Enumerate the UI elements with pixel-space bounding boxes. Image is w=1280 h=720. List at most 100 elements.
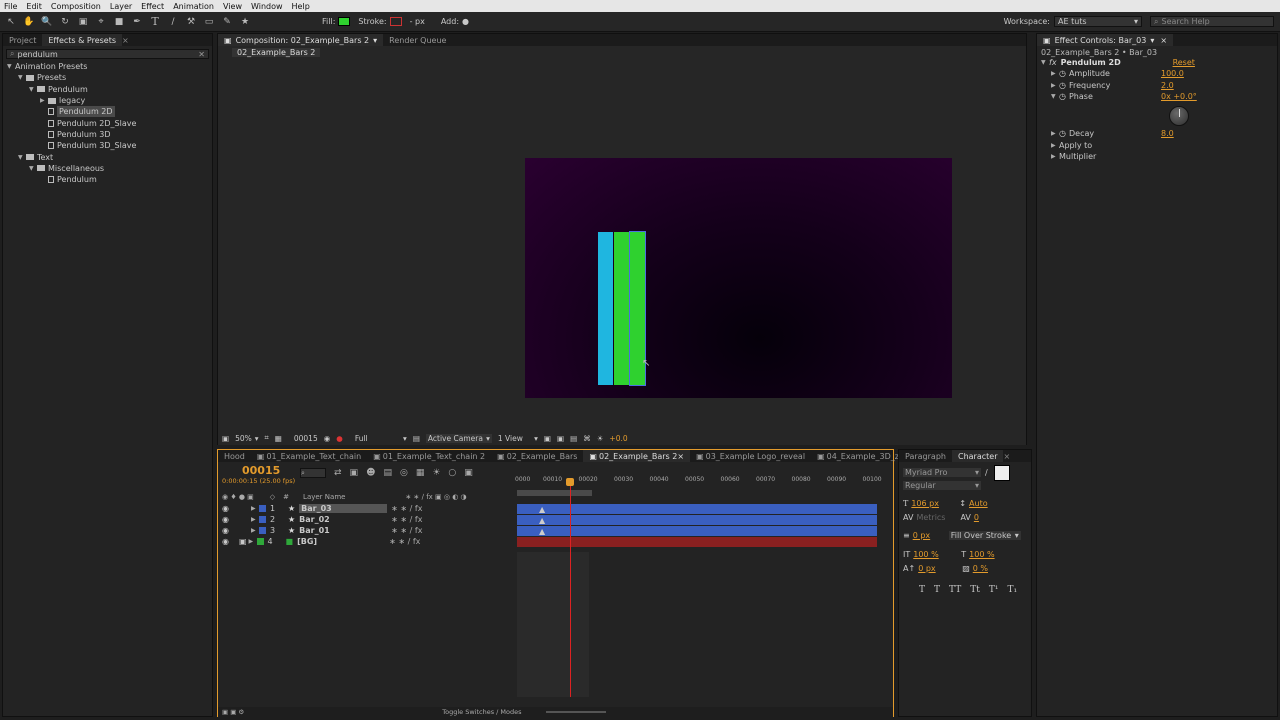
- effect-prop-value[interactable]: 100.0: [1161, 68, 1184, 79]
- bar-01[interactable]: [598, 232, 613, 385]
- workspace-dropdown[interactable]: AE tuts ▾: [1054, 16, 1142, 27]
- clone-stamp-tool-icon[interactable]: ⚒: [184, 15, 198, 29]
- expand-triangle-icon[interactable]: ▼: [7, 61, 15, 72]
- comp-mini-flowchart-icon[interactable]: ⇄: [334, 468, 342, 478]
- expand-triangle-icon[interactable]: ▼: [18, 72, 26, 83]
- layer-name-header[interactable]: Layer Name: [303, 493, 345, 501]
- fill-swatch[interactable]: [338, 17, 351, 26]
- tree-item[interactable]: Pendulum 2D_Slave: [7, 117, 212, 128]
- tree-item[interactable]: ▼ Miscellaneous: [7, 163, 212, 174]
- menu-item-window[interactable]: Window: [251, 2, 283, 11]
- effect-prop-value[interactable]: 2.0: [1161, 80, 1174, 91]
- work-area-bar[interactable]: [517, 490, 592, 496]
- motion-blur-icon[interactable]: ◎: [400, 468, 408, 478]
- layer-switches[interactable]: ∗ ∗ / fx: [391, 515, 422, 524]
- font-style-dropdown[interactable]: Regular ▾: [903, 481, 981, 490]
- layer-name[interactable]: [BG]: [297, 537, 385, 546]
- layer-row[interactable]: ◉ ▶ 3 ★ Bar_01 ∗ ∗ / fx: [218, 525, 514, 536]
- effect-prop-value[interactable]: 0x +0.0°: [1161, 91, 1197, 102]
- text-style-button[interactable]: Tt: [970, 585, 980, 595]
- stroke-swatch[interactable]: [389, 17, 402, 26]
- zoom-tool-icon[interactable]: 🔍: [40, 15, 54, 29]
- fast-previews-icon[interactable]: ▤: [413, 434, 420, 443]
- resolution-dropdown[interactable]: Full ▾: [355, 434, 407, 443]
- text-style-button[interactable]: T: [919, 585, 925, 595]
- tree-item[interactable]: Pendulum 3D: [7, 129, 212, 140]
- rectangle-tool-icon[interactable]: ■: [112, 15, 126, 29]
- stopwatch-icon[interactable]: ◷: [1059, 68, 1066, 79]
- eyedropper-icon[interactable]: ∕: [985, 468, 988, 477]
- fx-icon[interactable]: fx: [1049, 57, 1057, 68]
- timeline-tab[interactable]: ▣ 02_Example_Bars 2 ×: [583, 450, 691, 462]
- layer-name[interactable]: Bar_03: [299, 504, 388, 513]
- expand-triangle-icon[interactable]: ▼: [1051, 91, 1059, 102]
- rotate-tool-icon[interactable]: ↻: [58, 15, 72, 29]
- camera-tool-icon[interactable]: ▣: [76, 15, 90, 29]
- leading-value[interactable]: Auto: [969, 499, 988, 508]
- lock-icon[interactable]: ▣: [239, 537, 247, 546]
- menu-item-animation[interactable]: Animation: [173, 2, 214, 11]
- tab-effects-presets[interactable]: Effects & Presets: [42, 34, 123, 46]
- menu-item-effect[interactable]: Effect: [141, 2, 164, 11]
- layer-bar-3[interactable]: [517, 526, 877, 536]
- stopwatch-icon[interactable]: ◷: [1059, 128, 1066, 139]
- menu-item-file[interactable]: File: [4, 2, 17, 11]
- layer-switches[interactable]: ∗ ∗ / fx: [391, 526, 422, 535]
- layer-bar-4[interactable]: [517, 537, 877, 547]
- search-help-input[interactable]: ⌕ Search Help: [1150, 16, 1274, 27]
- menu-item-layer[interactable]: Layer: [110, 2, 132, 11]
- timeline-area[interactable]: 0000 00010 00020 00030 00040 00050 00060 00070 0…: [515, 466, 882, 697]
- render-icon[interactable]: ▣: [464, 468, 473, 478]
- draft-3d-icon[interactable]: ▣: [350, 468, 359, 478]
- stopwatch-icon[interactable]: ◷: [1059, 91, 1066, 102]
- visibility-eye-icon[interactable]: ◉: [222, 526, 229, 535]
- show-channel-icon[interactable]: ●: [336, 434, 343, 443]
- layer-name[interactable]: Bar_02: [299, 515, 387, 524]
- font-size-value[interactable]: 106 px: [911, 499, 951, 508]
- close-icon[interactable]: ×: [677, 452, 684, 461]
- menu-item-help[interactable]: Help: [292, 2, 310, 11]
- pen-tool-icon[interactable]: ✒: [130, 15, 144, 29]
- tab-effect-controls[interactable]: ▣ Effect Controls: Bar_03 ▾ ×: [1037, 34, 1174, 46]
- views-dropdown[interactable]: 1 View ▾: [498, 434, 538, 443]
- effect-prop-row[interactable]: ▶ Apply to: [1037, 139, 1277, 150]
- expand-triangle-icon[interactable]: ▶: [251, 527, 259, 534]
- visibility-eye-icon[interactable]: ◉: [222, 504, 229, 513]
- label-color-swatch[interactable]: [258, 505, 266, 512]
- tree-item[interactable]: ▼ Text: [7, 151, 212, 162]
- stroke-mode-dropdown[interactable]: Fill Over Stroke ▾: [948, 531, 1021, 540]
- camera-dropdown[interactable]: Active Camera ▾: [425, 433, 492, 443]
- close-icon[interactable]: ×: [122, 36, 129, 45]
- timeline-tab[interactable]: ▣ 02_Example_Bars: [491, 450, 583, 462]
- expand-triangle-icon[interactable]: ▶: [1051, 80, 1059, 91]
- timeline-tab[interactable]: ▣ 01_Example_Text_chain: [251, 450, 367, 462]
- always-preview-icon[interactable]: ▣: [222, 434, 229, 443]
- keyframe-markers[interactable]: ▲ ▲ ▲: [539, 504, 545, 537]
- visibility-eye-icon[interactable]: ◉: [222, 537, 229, 546]
- effect-prop-row[interactable]: ▶ ◷ Decay 8.0: [1037, 128, 1277, 139]
- tab-project[interactable]: Project: [3, 34, 42, 46]
- effect-prop-row[interactable]: ▼ ◷ Phase 0x +0.0°: [1037, 91, 1277, 102]
- puppet-tool-icon[interactable]: ★: [238, 15, 252, 29]
- comp-canvas[interactable]: ↖: [525, 158, 952, 398]
- tracking-value[interactable]: 0: [974, 513, 979, 522]
- effect-prop-row[interactable]: ▶ ◷ Amplitude 100.0: [1037, 68, 1277, 79]
- close-icon[interactable]: ×: [1160, 36, 1167, 45]
- effect-prop-value[interactable]: 8.0: [1161, 128, 1174, 139]
- snapshot-icon[interactable]: ◉: [324, 434, 331, 443]
- tab-character[interactable]: Character: [951, 450, 1004, 462]
- exposure-value[interactable]: +0.0: [609, 434, 627, 443]
- layer-row[interactable]: ◉ ▣ ▶ 4 ■ [BG] ∗ ∗ / fx: [218, 536, 514, 547]
- vertical-scale-value[interactable]: 100 %: [913, 550, 953, 559]
- brainstorm-icon[interactable]: ☀: [432, 468, 440, 478]
- kerning-value[interactable]: Metrics: [916, 513, 956, 522]
- effect-prop-row[interactable]: ▶ ◷ Frequency 2.0: [1037, 80, 1277, 91]
- layer-switches[interactable]: ∗ ∗ / fx: [391, 504, 422, 513]
- font-family-dropdown[interactable]: Myriad Pro ▾: [903, 468, 981, 477]
- layer-row[interactable]: ◉ ▶ 1 ★ Bar_03 ∗ ∗ / fx: [218, 503, 514, 514]
- flowchart-icon[interactable]: ⌘: [583, 434, 591, 443]
- clear-search-icon[interactable]: ✕: [198, 50, 205, 59]
- expand-triangle-icon[interactable]: ▶: [251, 505, 259, 512]
- zoom-dropdown[interactable]: 50% ▾: [235, 434, 258, 443]
- timeline-icon[interactable]: ▤: [570, 434, 577, 443]
